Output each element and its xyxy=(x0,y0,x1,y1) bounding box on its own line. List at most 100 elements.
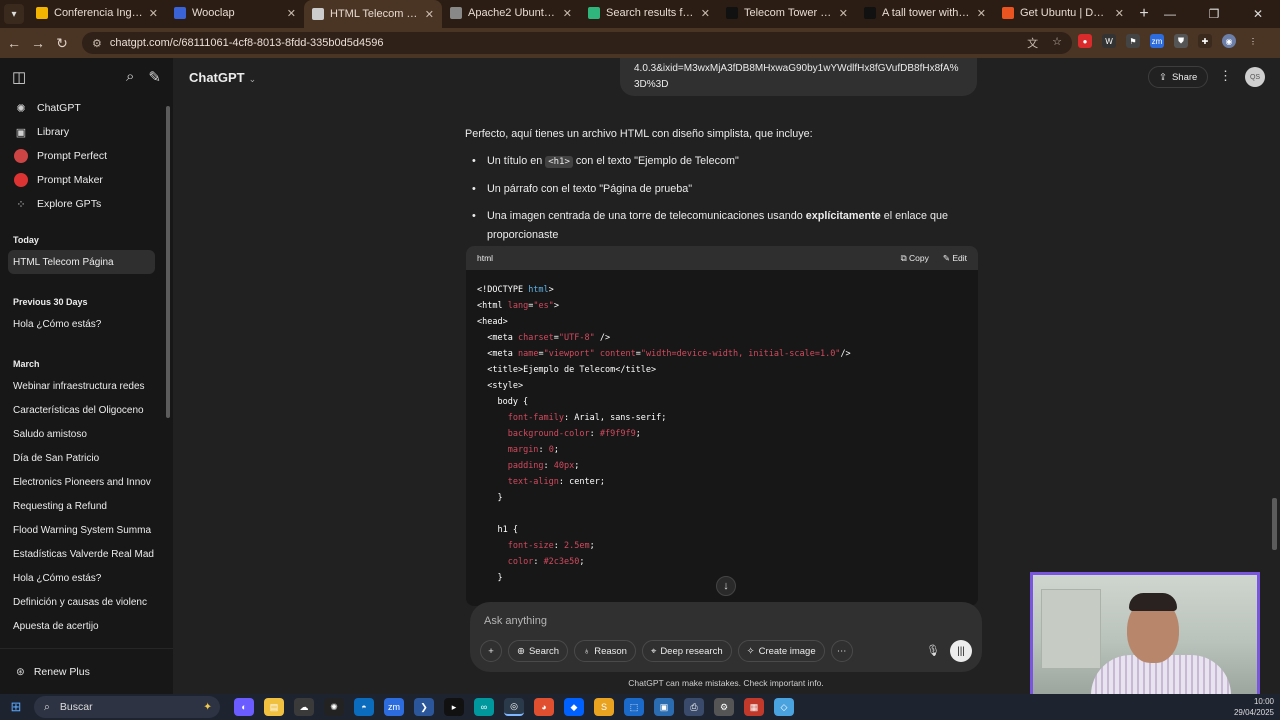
forward-icon[interactable]: → xyxy=(26,35,50,51)
search-tool-button[interactable]: ⊕ Search xyxy=(508,640,569,662)
reason-button[interactable]: ♁ Reason xyxy=(574,640,636,662)
edit-code-button[interactable]: ✎ Edit xyxy=(943,253,967,264)
app-icon[interactable]: ◕ xyxy=(534,698,554,716)
browser-tab[interactable]: Get Ubuntu | Download | ✕ xyxy=(994,0,1132,26)
create-image-button[interactable]: ✧ Create image xyxy=(737,640,825,662)
share-button[interactable]: ⇪ Share xyxy=(1148,66,1209,88)
tab-search-button[interactable]: ▾ xyxy=(4,4,24,24)
close-tab-icon[interactable]: ✕ xyxy=(1115,7,1124,20)
deep-research-button[interactable]: ⌖ Deep research xyxy=(641,640,732,662)
reload-icon[interactable]: ↻ xyxy=(50,35,74,52)
browser-tab[interactable]: Wooclap ✕ xyxy=(166,0,304,26)
app-icon[interactable]: ⚙ xyxy=(714,698,734,716)
user-avatar[interactable]: QS xyxy=(1245,67,1265,87)
zoom-icon[interactable]: zm xyxy=(384,698,404,716)
browser-menu-icon[interactable]: ⋮ xyxy=(1246,34,1260,48)
conversation-item[interactable]: Electronics Pioneers and Innov xyxy=(0,470,160,494)
copy-code-button[interactable]: ⧉ Copy xyxy=(901,253,929,264)
sublime-icon[interactable]: S xyxy=(594,698,614,716)
sidebar-scrollbar[interactable] xyxy=(166,106,170,418)
terminal-icon[interactable]: ▸ xyxy=(444,698,464,716)
conversation-item[interactable]: Estadísticas Valverde Real Mad xyxy=(0,542,160,566)
profile-avatar[interactable]: ◉ xyxy=(1222,34,1236,48)
message-input[interactable]: Ask anything xyxy=(484,615,547,627)
conversation-item[interactable]: HTML Telecom Página xyxy=(8,250,155,274)
conversation-item[interactable]: Flood Warning System Summa xyxy=(0,518,160,542)
arduino-icon[interactable]: ∞ xyxy=(474,698,494,716)
close-tab-icon[interactable]: ✕ xyxy=(425,8,434,21)
chrome-icon[interactable]: ◎ xyxy=(504,698,524,716)
close-tab-icon[interactable]: ✕ xyxy=(563,7,572,20)
shield-icon[interactable]: ⛊ xyxy=(1174,34,1188,48)
sidebar-item[interactable]: ⁘ Explore GPTs xyxy=(0,192,173,216)
windows-start-icon[interactable]: ⊞ xyxy=(0,699,32,715)
file-explorer-icon[interactable]: ▤ xyxy=(264,698,284,716)
extension-icon[interactable]: ● xyxy=(1078,34,1092,48)
extension-icon[interactable]: ⚑ xyxy=(1126,34,1140,48)
close-tab-icon[interactable]: ✕ xyxy=(149,7,158,20)
app-icon[interactable]: ⎙ xyxy=(684,698,704,716)
browser-tab[interactable]: Search results for Web - F ✕ xyxy=(580,0,718,26)
extensions-puzzle-icon[interactable]: ✚ xyxy=(1198,34,1212,48)
globe-icon: ⊕ xyxy=(517,645,525,657)
attach-button[interactable]: + xyxy=(480,640,502,662)
conversation-item[interactable]: Apuesta de acertijo xyxy=(0,614,160,638)
browser-tab[interactable]: Conferencia Ing Telecom ✕ xyxy=(28,0,166,26)
address-bar[interactable]: ⚙ chatgpt.com/c/68111061-4cf8-8013-8fdd-… xyxy=(82,32,1072,54)
powershell-icon[interactable]: ❯ xyxy=(414,698,434,716)
conversation-item[interactable]: Webinar infraestructura redes xyxy=(0,374,160,398)
voice-mode-button[interactable]: ||| xyxy=(950,640,972,662)
taskbar-search[interactable]: ⌕ Buscar ✦ xyxy=(34,696,220,718)
conversation-item[interactable]: Hola ¿Cómo estás? xyxy=(0,312,160,336)
restore-button[interactable]: ❐ xyxy=(1192,7,1236,21)
dropbox-icon[interactable]: ◆ xyxy=(564,698,584,716)
close-tab-icon[interactable]: ✕ xyxy=(839,7,848,20)
sidebar-item[interactable]: Prompt Maker xyxy=(0,168,173,192)
tab-title: Get Ubuntu | Download | xyxy=(1020,7,1109,19)
close-window-button[interactable]: ✕ xyxy=(1236,7,1280,21)
new-chat-icon[interactable]: ✎ xyxy=(148,68,161,86)
more-options-icon[interactable]: ⋮ xyxy=(1219,68,1232,84)
conversation-item[interactable]: Hola ¿Cómo estás? xyxy=(0,566,160,590)
back-icon[interactable]: ← xyxy=(2,35,26,51)
code-block: html ⧉ Copy ✎ Edit <!DOCTYPE html> <html… xyxy=(466,246,978,606)
openai-icon[interactable]: ✺ xyxy=(324,698,344,716)
conversation-item[interactable]: Definición y causas de violenc xyxy=(0,590,160,614)
close-tab-icon[interactable]: ✕ xyxy=(287,7,296,20)
microphone-icon[interactable]: 🎙 xyxy=(926,644,940,657)
renew-plus-button[interactable]: ⊛ Renew Plus xyxy=(0,648,173,694)
app-icon[interactable]: ⬚ xyxy=(624,698,644,716)
app-icon[interactable]: ▣ xyxy=(654,698,674,716)
main-scrollbar[interactable] xyxy=(1272,498,1277,550)
sidebar-item[interactable]: Prompt Perfect xyxy=(0,144,173,168)
sidebar-item[interactable]: ✺ ChatGPT xyxy=(0,96,173,120)
toggle-sidebar-icon[interactable]: ◫ xyxy=(12,68,26,86)
close-tab-icon[interactable]: ✕ xyxy=(977,7,986,20)
conversation-item[interactable]: Requesting a Refund xyxy=(0,494,160,518)
copilot-icon[interactable]: ◐ xyxy=(234,698,254,716)
scroll-down-button[interactable]: ↓ xyxy=(716,576,736,596)
edge-icon[interactable]: ◓ xyxy=(354,698,374,716)
app-icon[interactable]: ☁ xyxy=(294,698,314,716)
system-clock[interactable]: 10:00 29/04/2025 xyxy=(1234,696,1274,718)
search-icon[interactable]: ⌕ xyxy=(126,68,134,86)
conversation-item[interactable]: Saludo amistoso xyxy=(0,422,160,446)
app-icon[interactable]: ◇ xyxy=(774,698,794,716)
conversation-item[interactable]: Día de San Patricio xyxy=(0,446,160,470)
close-tab-icon[interactable]: ✕ xyxy=(701,7,710,20)
browser-tab[interactable]: Telecom Tower Pictures | ✕ xyxy=(718,0,856,26)
browser-tab[interactable]: A tall tower with a lot of ✕ xyxy=(856,0,994,26)
sidebar-item[interactable]: ▣ Library xyxy=(0,120,173,144)
site-info-icon[interactable]: ⚙ xyxy=(92,37,102,50)
minimize-button[interactable]: — xyxy=(1148,7,1192,21)
browser-tab[interactable]: HTML Telecom Página ✕ xyxy=(304,0,442,28)
model-selector[interactable]: ChatGPT ⌄ xyxy=(189,70,256,85)
zoom-extension-icon[interactable]: zm xyxy=(1150,34,1164,48)
translate-icon[interactable]: 文 xyxy=(1027,35,1038,51)
extension-icon[interactable]: W xyxy=(1102,34,1116,48)
bookmark-star-icon[interactable]: ☆ xyxy=(1052,35,1062,51)
conversation-item[interactable]: Características del Oligoceno xyxy=(0,398,160,422)
browser-tab[interactable]: Apache2 Ubuntu Default ✕ xyxy=(442,0,580,26)
app-icon[interactable]: ▦ xyxy=(744,698,764,716)
more-tools-button[interactable]: ⋯ xyxy=(830,640,853,662)
